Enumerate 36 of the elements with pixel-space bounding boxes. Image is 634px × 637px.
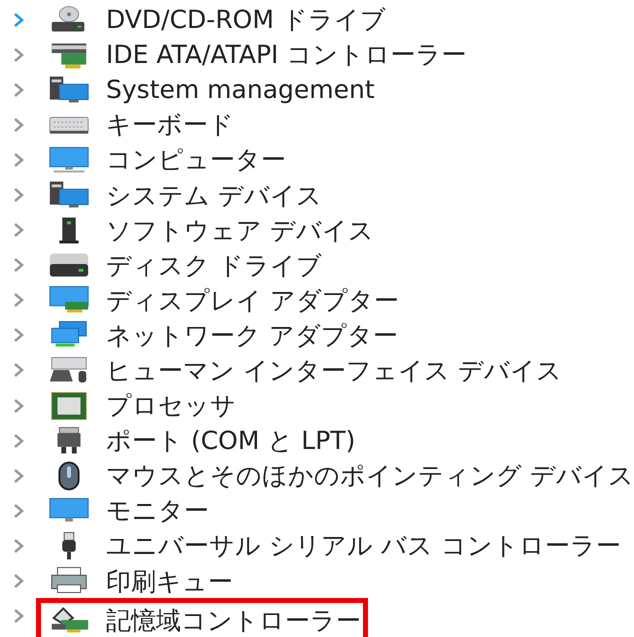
device-category-label[interactable]: ユニバーサル シリアル バス コントローラー xyxy=(106,533,621,558)
device-category-label[interactable]: ディスプレイ アダプター xyxy=(106,288,399,313)
expand-chevron-icon[interactable] xyxy=(12,361,26,380)
expand-chevron-icon[interactable] xyxy=(12,46,26,64)
device-category-label[interactable]: 記憶域コントローラー xyxy=(106,608,361,633)
expand-chevron-icon[interactable] xyxy=(12,10,26,29)
device-category-label[interactable]: 印刷キュー xyxy=(106,568,233,594)
expand-chevron-icon[interactable] xyxy=(12,150,26,169)
device-category-label[interactable]: DVD/CD-ROM ドライブ xyxy=(106,7,386,32)
expand-chevron-icon[interactable] xyxy=(12,466,26,485)
expand-chevron-icon[interactable] xyxy=(12,80,26,99)
device-category-label[interactable]: ヒューマン インターフェイス デバイス xyxy=(106,358,562,383)
device-category-label[interactable]: システム デバイス xyxy=(106,182,322,208)
expand-chevron-icon[interactable] xyxy=(12,326,26,344)
device-category-label[interactable]: IDE ATA/ATAPI コントローラー xyxy=(106,42,466,68)
device-category-label[interactable]: ネットワーク アダプター xyxy=(106,322,398,348)
expand-chevron-icon[interactable] xyxy=(12,607,26,626)
device-category-label[interactable]: ソフトウェア デバイス xyxy=(106,218,374,243)
expand-chevron-icon[interactable] xyxy=(12,256,26,274)
expand-chevron-icon[interactable] xyxy=(12,116,26,134)
expand-chevron-icon[interactable] xyxy=(12,502,26,520)
device-category-label[interactable]: ポート (COM と LPT) xyxy=(106,428,356,454)
expand-chevron-icon[interactable] xyxy=(12,432,26,450)
device-category-label[interactable]: System management xyxy=(106,77,375,102)
expand-chevron-icon[interactable] xyxy=(12,291,26,310)
expand-chevron-icon[interactable] xyxy=(12,536,26,555)
expand-chevron-icon[interactable] xyxy=(12,396,26,415)
device-category-label[interactable]: ディスク ドライブ xyxy=(106,252,322,278)
device-category-label[interactable]: キーボード xyxy=(106,112,234,138)
expand-chevron-icon[interactable] xyxy=(12,572,26,590)
device-category-label[interactable]: マウスとそのほかのポインティング デバイス xyxy=(106,463,634,488)
expand-chevron-icon[interactable] xyxy=(12,221,26,240)
device-category-label[interactable]: モニター xyxy=(106,498,209,524)
device-category-label[interactable]: コンピューター xyxy=(106,147,286,172)
device-category-label[interactable]: プロセッサ xyxy=(106,393,236,418)
expand-chevron-icon[interactable] xyxy=(12,186,26,204)
